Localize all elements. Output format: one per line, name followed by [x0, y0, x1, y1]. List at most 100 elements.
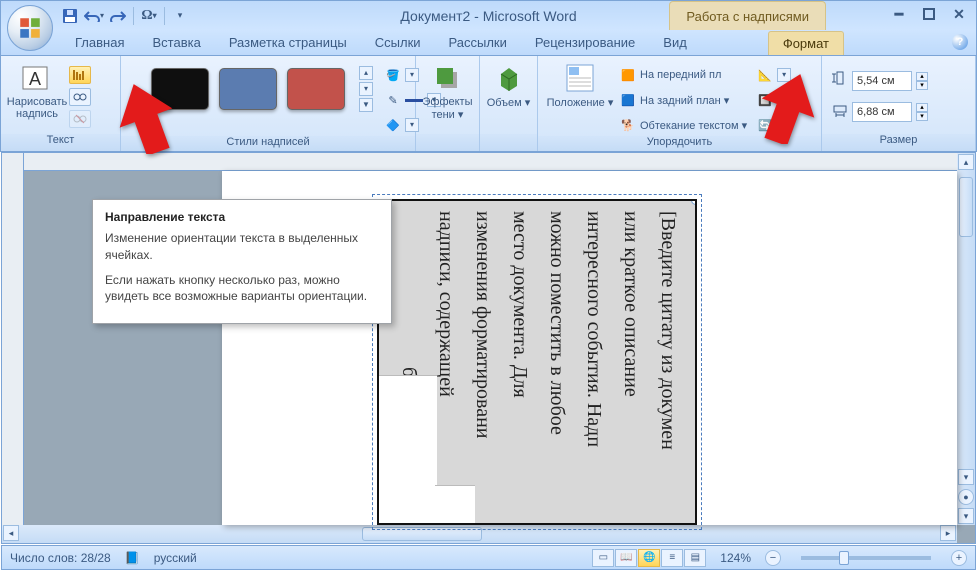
view-full-reading[interactable]: 📖: [615, 549, 637, 567]
gallery-up-icon[interactable]: ▴: [359, 66, 373, 80]
shapes-icon: 🔷: [385, 117, 401, 133]
minimize-icon[interactable]: ━: [888, 4, 910, 24]
help-icon[interactable]: ?: [952, 34, 968, 50]
document-workspace[interactable]: ▴ ▾ ● ▾ ◂ ▸ [Введите цитату из докумен и…: [1, 152, 976, 544]
office-button[interactable]: [7, 5, 53, 51]
cube-icon: [493, 62, 525, 94]
view-mode-buttons: ▭ 📖 🌐 ≡ ▤: [592, 549, 706, 567]
scroll-left-icon[interactable]: ◂: [3, 525, 19, 541]
scroll-up-icon[interactable]: ▴: [958, 154, 974, 170]
qat-customize-icon[interactable]: ▾: [169, 5, 191, 27]
gallery-down-icon[interactable]: ▾: [359, 82, 373, 96]
height-input[interactable]: 5,54 см ▴▾: [832, 70, 928, 91]
view-print-layout[interactable]: ▭: [592, 549, 614, 567]
position-button[interactable]: Положение ▾: [544, 60, 616, 109]
bring-front-icon: 🟧: [620, 67, 636, 83]
view-draft[interactable]: ▤: [684, 549, 706, 567]
tab-references[interactable]: Ссылки: [361, 31, 435, 55]
browse-prev-icon[interactable]: ●: [958, 489, 974, 505]
zoom-slider-thumb[interactable]: [839, 551, 849, 565]
break-link-button[interactable]: [69, 110, 91, 128]
width-up[interactable]: ▴: [916, 103, 928, 112]
textbox-object[interactable]: [Введите цитату из докумен или краткое о…: [377, 199, 697, 525]
width-input[interactable]: 6,88 см ▴▾: [832, 101, 928, 122]
pen-icon: ✎: [385, 92, 401, 108]
scroll-down-icon[interactable]: ▾: [958, 469, 974, 485]
vscroll-thumb[interactable]: [959, 177, 973, 237]
view-outline[interactable]: ≡: [661, 549, 683, 567]
proofing-icon[interactable]: 📘: [125, 551, 140, 565]
wrap-icon: 🐕: [620, 117, 636, 133]
shadow-effects-button[interactable]: Эффекты тени ▾: [422, 60, 473, 121]
style-swatch-3[interactable]: [287, 68, 345, 110]
text-direction-button[interactable]: [69, 66, 91, 84]
qat-redo-icon[interactable]: [107, 5, 129, 27]
shadow-group-label: [416, 134, 479, 151]
send-back-label: На задний план ▾: [640, 94, 729, 107]
textbox-line-4: место документа. Для: [508, 211, 531, 523]
tab-view[interactable]: Вид: [649, 31, 701, 55]
3d-effects-button[interactable]: Объем ▾: [486, 60, 531, 109]
wrap-label: Обтекание текстом ▾: [640, 119, 747, 132]
annotation-arrow-1: [118, 82, 174, 159]
textbox-line-2: интересного события. Надп: [582, 211, 605, 523]
textbox-a-icon: A: [21, 62, 53, 94]
browse-next-icon[interactable]: ▾: [958, 508, 974, 524]
tab-page-layout[interactable]: Разметка страницы: [215, 31, 361, 55]
close-icon[interactable]: ✕: [948, 4, 970, 24]
qat-save-icon[interactable]: [59, 5, 81, 27]
height-value[interactable]: 5,54 см: [852, 71, 912, 91]
text-group-label: Текст: [1, 134, 120, 151]
textbox-line-3: можно поместить в любое: [545, 211, 568, 523]
height-icon: [832, 70, 848, 91]
horizontal-scrollbar[interactable]: ◂ ▸: [2, 525, 957, 543]
position-label: Положение ▾: [547, 96, 614, 109]
gallery-more-icon[interactable]: ▼: [359, 98, 373, 112]
send-to-back-button[interactable]: 🟦 На задний план ▾: [620, 89, 747, 111]
textbox-line-0: [Введите цитату из докумен: [656, 211, 679, 523]
size-group-label: Размер: [822, 134, 975, 151]
hscroll-thumb[interactable]: [362, 527, 482, 541]
status-word-count[interactable]: Число слов: 28/28: [10, 551, 111, 565]
qat-omega-icon[interactable]: Ω▾: [138, 5, 160, 27]
qat-undo-icon[interactable]: ▾: [83, 5, 105, 27]
wrap-cutout: [377, 375, 437, 525]
width-value[interactable]: 6,88 см: [852, 102, 912, 122]
zoom-in-button[interactable]: +: [951, 550, 967, 566]
height-down[interactable]: ▾: [916, 81, 928, 90]
position-icon: [564, 62, 596, 94]
create-link-button[interactable]: [69, 88, 91, 106]
paint-bucket-icon: 🪣: [385, 67, 401, 83]
tab-review[interactable]: Рецензирование: [521, 31, 649, 55]
ribbon-tabs: Главная Вставка Разметка страницы Ссылки…: [0, 30, 977, 56]
width-down[interactable]: ▾: [916, 112, 928, 121]
draw-textbox-button[interactable]: A Нарисовать надпись: [7, 60, 67, 120]
zoom-slider[interactable]: [801, 556, 931, 560]
qat-separator: [133, 7, 134, 25]
tooltip-text-direction: Направление текста Изменение ориентации …: [92, 199, 392, 324]
textbox-line-5: изменения форматировани: [471, 211, 494, 523]
vertical-ruler[interactable]: [2, 153, 24, 525]
tab-mailings[interactable]: Рассылки: [435, 31, 521, 55]
text-wrapping-button[interactable]: 🐕 Обтекание текстом ▾: [620, 114, 747, 136]
send-back-icon: 🟦: [620, 92, 636, 108]
titlebar: ▾ Ω▾ ▾ Документ2 - Microsoft Word Работа…: [0, 0, 977, 30]
tooltip-title: Направление текста: [105, 210, 379, 224]
height-up[interactable]: ▴: [916, 72, 928, 81]
status-language[interactable]: русский: [154, 551, 197, 565]
tab-format[interactable]: Формат: [768, 31, 844, 55]
3d-group-label: [480, 134, 537, 151]
tab-home[interactable]: Главная: [61, 31, 138, 55]
view-web-layout[interactable]: 🌐: [638, 549, 660, 567]
zoom-out-button[interactable]: −: [765, 550, 781, 566]
bring-to-front-button[interactable]: 🟧На передний пл: [620, 64, 747, 86]
style-swatch-2[interactable]: [219, 68, 277, 110]
scroll-right-icon[interactable]: ▸: [940, 525, 956, 541]
tab-insert[interactable]: Вставка: [138, 31, 214, 55]
3d-effects-label: Объем ▾: [487, 96, 531, 109]
vertical-scrollbar[interactable]: ▴ ▾ ● ▾: [957, 153, 975, 525]
tooltip-body-1: Изменение ориентации текста в выделенных…: [105, 230, 379, 264]
zoom-percent[interactable]: 124%: [720, 551, 751, 565]
maximize-icon[interactable]: [918, 4, 940, 24]
textbox-tools-title: Работа с надписями: [669, 1, 826, 31]
